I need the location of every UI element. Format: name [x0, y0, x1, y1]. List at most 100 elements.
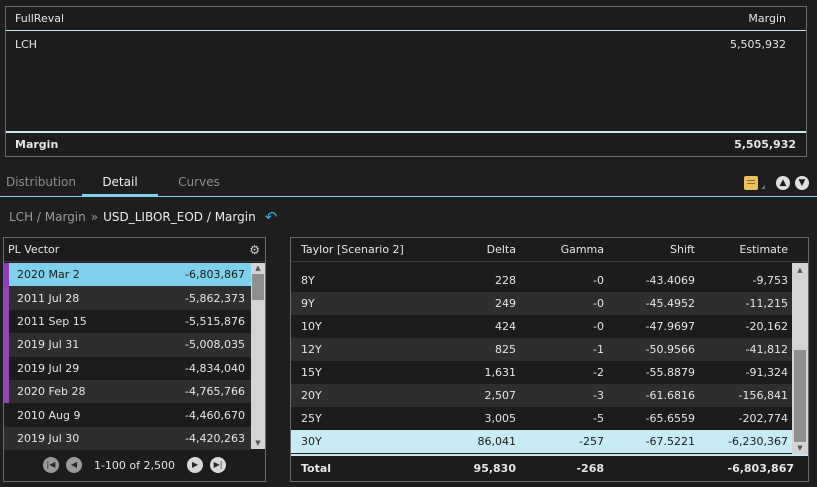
pl-vector-row[interactable]: 2019 Jul 31 -5,008,035	[4, 333, 251, 357]
pl-vector-value: -5,008,035	[185, 338, 245, 352]
taylor-cell-estimate: -11,215	[745, 297, 788, 310]
pl-vector-value: -4,460,670	[185, 408, 245, 422]
pl-vector-row[interactable]: 2020 Feb 28 -4,765,766	[4, 379, 251, 404]
pl-vector-date: 2019 Jul 31	[17, 338, 80, 352]
pl-vector-row[interactable]: 2019 Jul 29 -4,834,040	[4, 356, 251, 380]
taylor-cell-shift: -61.6816	[645, 389, 695, 402]
first-page-icon[interactable]: |◀	[42, 457, 59, 473]
taylor-total-row: Total 95,830 -268 -6,803,867	[291, 454, 808, 481]
row-marker	[4, 356, 9, 380]
taylor-cell-shift: -45.4952	[645, 297, 695, 310]
scroll-thumb[interactable]	[794, 350, 806, 442]
total-estimate: -6,803,867	[727, 462, 795, 475]
taylor-cell-shift: -43.4069	[645, 274, 695, 287]
expand-all-icon[interactable]: ▲	[776, 176, 790, 190]
breadcrumb-parent[interactable]: LCH / Margin	[9, 210, 86, 224]
taylor-row[interactable]: 10Y 424 -0 -47.9697 -20,162	[291, 315, 792, 338]
taylor-cell-delta: 424	[495, 320, 516, 333]
taylor-row[interactable]: 20Y 2,507 -3 -61.6816 -156,841	[291, 384, 792, 407]
tab-detail[interactable]: Detail	[82, 170, 158, 197]
gear-icon[interactable]: ⚙	[249, 243, 260, 257]
taylor-cell-estimate: -202,774	[738, 412, 788, 425]
pl-vector-scrollbar[interactable]: ▲ ▼	[251, 263, 265, 449]
summary-header-fullreval[interactable]: FullReval	[15, 12, 64, 25]
taylor-cell-gamma: -2	[593, 366, 604, 379]
row-marker	[4, 379, 9, 404]
taylor-cell-delta: 3,005	[484, 412, 517, 425]
pl-vector-row[interactable]: 2010 Aug 9 -4,460,670	[4, 403, 251, 426]
taylor-scrollbar[interactable]: ▲ ▼	[792, 263, 808, 454]
summary-header-margin[interactable]: Margin	[748, 12, 786, 25]
col-header-taylor[interactable]: Taylor [Scenario 2]	[291, 243, 404, 256]
taylor-row[interactable]: 12Y 825 -1 -50.9566 -41,812	[291, 338, 792, 361]
summary-row-lch[interactable]: LCH 5,505,932	[6, 34, 806, 54]
taylor-row[interactable]: 8Y 228 -0 -43.4069 -9,753	[291, 263, 792, 292]
note-dropdown-icon[interactable]	[761, 185, 765, 189]
row-marker	[4, 286, 9, 310]
summary-row-value: 5,505,932	[730, 37, 786, 51]
col-header-shift[interactable]: Shift	[604, 243, 695, 256]
taylor-cell-gamma: -1	[593, 343, 604, 356]
scroll-up-icon[interactable]: ▲	[792, 265, 808, 276]
taylor-row[interactable]: 25Y 3,005 -5 -65.6559 -202,774	[291, 407, 792, 430]
col-header-estimate[interactable]: Estimate	[695, 243, 788, 256]
pl-vector-value: -4,834,040	[185, 361, 245, 375]
taylor-cell-shift: -65.6559	[645, 412, 695, 425]
pl-vector-title: PL Vector	[8, 243, 60, 256]
taylor-row[interactable]: 30Y 86,041 -257 -67.5221 -6,230,367	[291, 430, 792, 453]
taylor-cell-delta: 825	[495, 343, 516, 356]
summary-footer-value: 5,505,932	[734, 138, 796, 151]
tab-distribution[interactable]: Distribution	[0, 170, 82, 197]
tab-curves[interactable]: Curves	[160, 170, 238, 197]
taylor-cell-tenor: 10Y	[301, 320, 322, 333]
pl-vector-date: 2011 Jul 28	[17, 291, 80, 305]
pl-vector-value: -6,803,867	[185, 268, 245, 282]
taylor-cell-delta: 228	[495, 274, 516, 287]
taylor-row[interactable]: 15Y 1,631 -2 -55.8879 -91,324	[291, 361, 792, 384]
pl-vector-list: 2020 Mar 2 -6,803,867 2011 Jul 28 -5,862,37…	[4, 263, 251, 451]
scroll-down-icon[interactable]: ▼	[792, 443, 808, 454]
taylor-cell-gamma: -5	[593, 412, 604, 425]
next-page-icon[interactable]: ▶	[187, 457, 204, 473]
pager-info: 1-100 of 2,500	[93, 458, 176, 472]
pl-vector-date: 2019 Jul 30	[17, 431, 80, 445]
collapse-all-icon[interactable]: ▼	[795, 176, 809, 190]
pl-vector-date: 2020 Feb 28	[17, 385, 86, 399]
taylor-row[interactable]: 9Y 249 -0 -45.4952 -11,215	[291, 292, 792, 315]
taylor-cell-estimate: -41,812	[745, 343, 788, 356]
taylor-panel: Taylor [Scenario 2] Delta Gamma Shift Es…	[290, 237, 809, 482]
margin-summary-panel: FullReval Margin LCH 5,505,932 Margin 5,…	[5, 6, 807, 157]
taylor-cell-estimate: -91,324	[745, 366, 788, 379]
row-marker	[4, 309, 9, 334]
taylor-cell-delta: 249	[495, 297, 516, 310]
taylor-cell-tenor: 9Y	[301, 297, 315, 310]
undo-arrow-icon[interactable]: ↶	[265, 208, 278, 226]
pl-vector-row[interactable]: 2011 Jul 28 -5,862,373	[4, 286, 251, 310]
summary-footer-label: Margin	[15, 138, 59, 151]
row-marker	[4, 263, 9, 287]
taylor-cell-estimate: -156,841	[738, 389, 788, 402]
scroll-down-icon[interactable]: ▼	[251, 438, 265, 449]
taylor-cell-tenor: 12Y	[301, 343, 322, 356]
scroll-up-icon[interactable]: ▲	[251, 263, 265, 274]
taylor-cell-shift: -67.5221	[645, 435, 695, 448]
taylor-table-body: 8Y 228 -0 -43.4069 -9,753 9Y 249 -0 -45.4952 -11,…	[291, 263, 792, 454]
taylor-cell-gamma: -0	[593, 320, 604, 333]
pl-vector-date: 2020 Mar 2	[17, 268, 80, 282]
taylor-cell-tenor: 8Y	[301, 274, 315, 287]
taylor-cell-delta: 1,631	[484, 366, 517, 379]
taylor-cell-gamma: -0	[593, 297, 604, 310]
scroll-thumb[interactable]	[252, 274, 264, 300]
pl-vector-row[interactable]: 2011 Sep 15 -5,515,876	[4, 309, 251, 334]
prev-page-icon[interactable]: ◀	[65, 457, 82, 473]
taylor-cell-shift: -47.9697	[645, 320, 695, 333]
col-header-gamma[interactable]: Gamma	[516, 243, 604, 256]
taylor-cell-tenor: 15Y	[301, 366, 322, 379]
pl-vector-value: -4,765,766	[185, 385, 245, 399]
taylor-cell-tenor: 25Y	[301, 412, 322, 425]
pl-vector-row[interactable]: 2020 Mar 2 -6,803,867	[4, 263, 251, 287]
note-icon[interactable]	[744, 176, 758, 190]
pl-vector-row[interactable]: 2019 Jul 30 -4,420,263	[4, 426, 251, 451]
last-page-icon[interactable]: ▶|	[210, 457, 227, 473]
col-header-delta[interactable]: Delta	[383, 243, 516, 256]
